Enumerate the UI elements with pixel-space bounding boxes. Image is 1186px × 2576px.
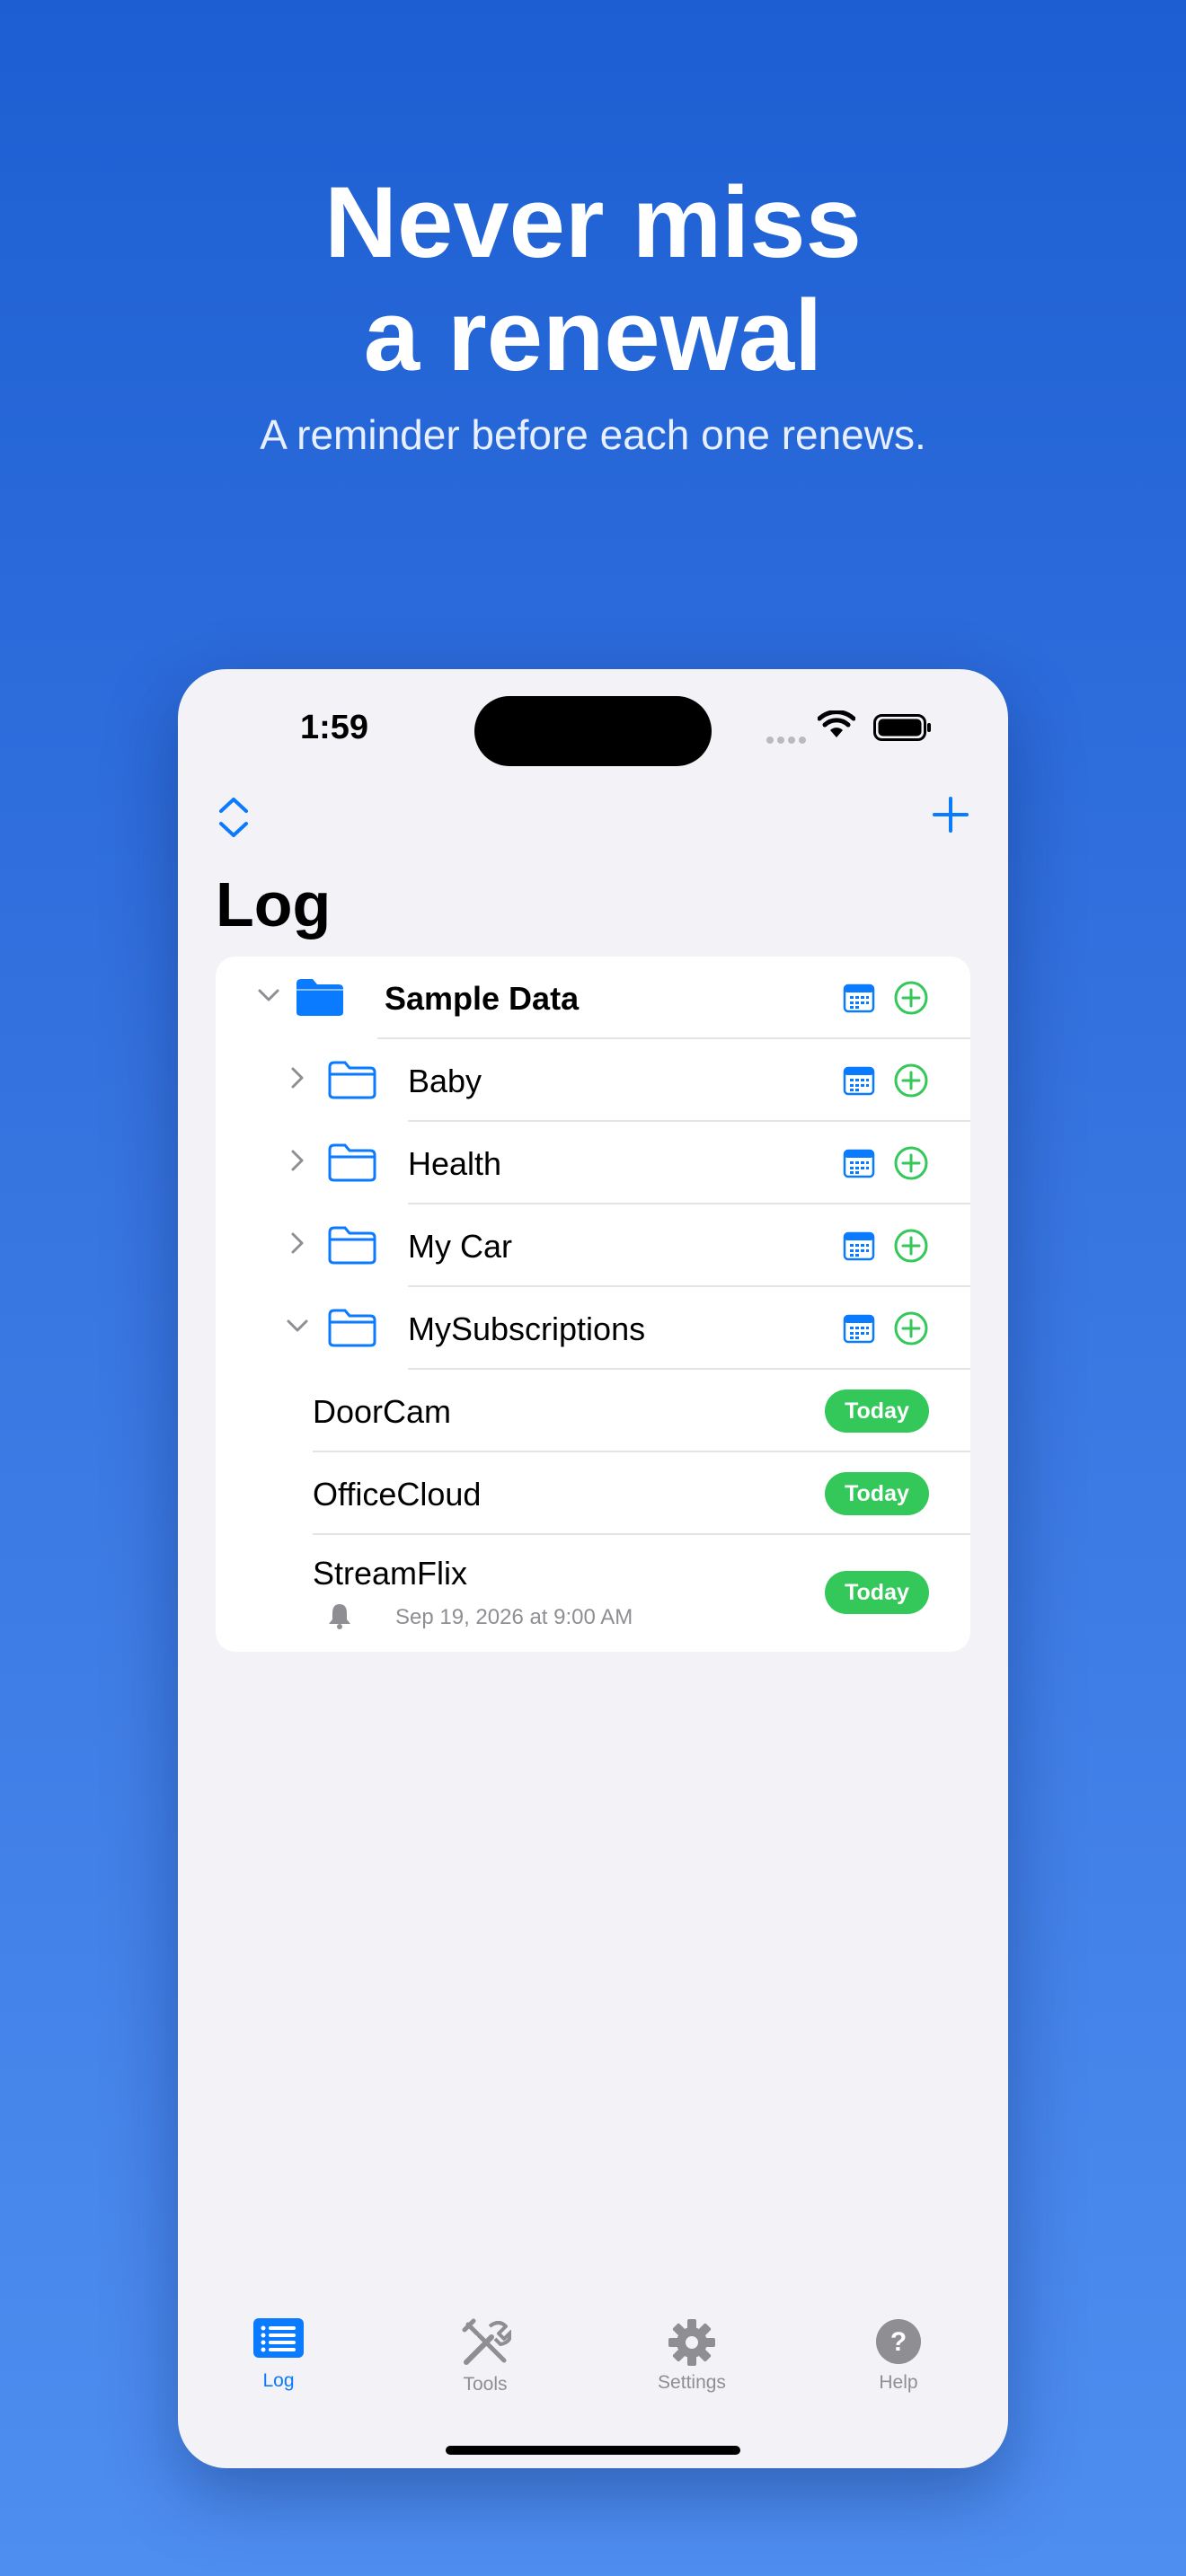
add-icon[interactable] (931, 795, 970, 834)
battery-icon (873, 714, 931, 741)
page-title: Log (216, 869, 332, 940)
reminder-date: Sep 19, 2026 at 9:00 AM (395, 1605, 633, 1629)
tree-row-sample-data[interactable]: Sample Data (216, 957, 970, 1039)
folder-icon (328, 1226, 376, 1265)
tab-label: Log (262, 2370, 295, 2391)
home-indicator (446, 2446, 740, 2455)
sort-toggle-icon[interactable] (217, 795, 250, 840)
add-circle-icon[interactable] (893, 1310, 929, 1346)
calendar-icon[interactable] (843, 1147, 875, 1179)
list-item-officecloud[interactable]: OfficeCloud Today (216, 1452, 970, 1535)
list-item-streamflix[interactable]: StreamFlix Sep 19, 2026 at 9:00 AM Today (216, 1535, 970, 1652)
tab-help[interactable]: ? Help (827, 2317, 970, 2394)
folder-icon (328, 1143, 376, 1182)
add-circle-icon[interactable] (893, 1145, 929, 1181)
hero-title-line1: Never miss (324, 166, 862, 278)
tab-label: Tools (463, 2374, 508, 2395)
log-list-icon (253, 2318, 304, 2358)
phone-screen: 1:59 Log Sample Data Baby Health My Car … (178, 669, 1008, 2468)
tools-icon (462, 2318, 513, 2365)
tab-bar: Log Tools Settings ? Help (178, 2317, 1008, 2416)
tree-row-label: Sample Data (385, 980, 580, 1017)
add-circle-icon[interactable] (893, 980, 929, 1016)
list-item-doorcam[interactable]: DoorCam Today (216, 1370, 970, 1452)
add-circle-icon[interactable] (893, 1063, 929, 1098)
item-label: OfficeCloud (313, 1476, 482, 1513)
hero-title: Never miss a renewal (0, 166, 1186, 393)
svg-text:?: ? (890, 2327, 907, 2357)
add-circle-icon[interactable] (893, 1228, 929, 1264)
tree-row-label: Baby (408, 1063, 482, 1099)
folder-icon (328, 1309, 376, 1347)
due-badge: Today (825, 1472, 929, 1515)
folder-filled-icon (296, 979, 343, 1016)
tree-row-health[interactable]: Health (216, 1122, 970, 1204)
calendar-icon[interactable] (843, 1312, 875, 1345)
tree-row-label: MySubscriptions (408, 1310, 646, 1347)
folder-icon (328, 1061, 376, 1099)
tree-row-my-car[interactable]: My Car (216, 1204, 970, 1287)
status-time: 1:59 (300, 709, 369, 746)
item-label: StreamFlix (313, 1555, 468, 1592)
tab-label: Help (879, 2372, 918, 2393)
chevron-down-icon[interactable] (284, 1312, 311, 1339)
tree-row-mysubscriptions[interactable]: MySubscriptions (216, 1287, 970, 1370)
gear-icon (668, 2319, 715, 2366)
item-label: DoorCam (313, 1393, 452, 1430)
calendar-icon[interactable] (843, 1064, 875, 1097)
calendar-icon[interactable] (843, 1230, 875, 1262)
dynamic-island (474, 696, 712, 766)
cellular-signal-icon (766, 732, 810, 748)
log-tree-list: Sample Data Baby Health My Car MySubscri… (216, 957, 970, 1652)
hero-title-line2: a renewal (363, 279, 823, 392)
due-badge: Today (825, 1389, 929, 1433)
chevron-down-icon[interactable] (255, 982, 282, 1009)
chevron-right-icon[interactable] (284, 1064, 311, 1091)
wifi-icon (818, 710, 855, 737)
chevron-right-icon[interactable] (284, 1230, 311, 1257)
due-badge: Today (825, 1571, 929, 1614)
bell-icon (329, 1604, 350, 1629)
help-circle-icon: ? (876, 2319, 921, 2364)
tree-row-baby[interactable]: Baby (216, 1039, 970, 1122)
tab-label: Settings (658, 2372, 726, 2393)
tree-row-label: My Car (408, 1228, 512, 1265)
tab-settings[interactable]: Settings (620, 2317, 764, 2394)
tab-tools[interactable]: Tools (413, 2317, 557, 2395)
calendar-icon[interactable] (843, 982, 875, 1014)
tree-row-label: Health (408, 1145, 502, 1182)
tab-log[interactable]: Log (207, 2317, 350, 2392)
chevron-right-icon[interactable] (284, 1147, 311, 1174)
hero-subtitle: A reminder before each one renews. (260, 411, 926, 458)
